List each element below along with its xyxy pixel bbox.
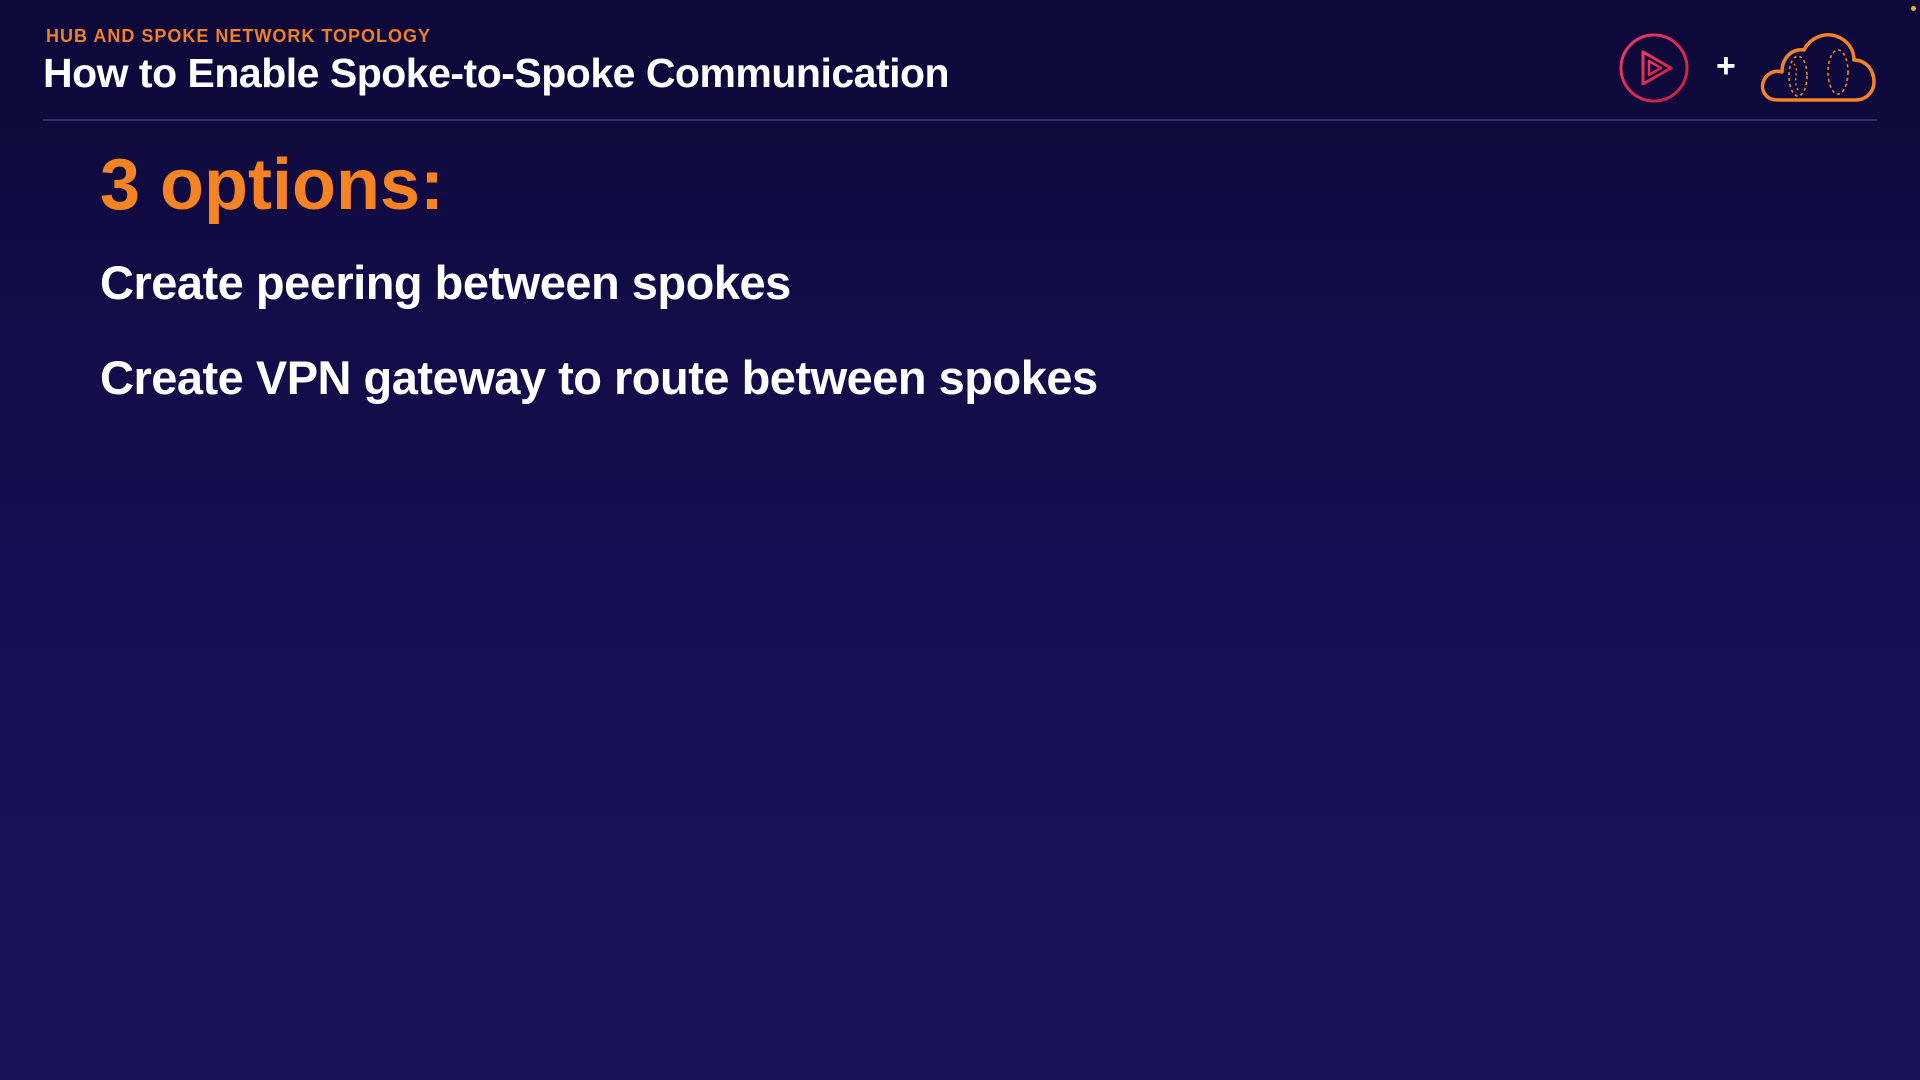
- option-item: Create VPN gateway to route between spok…: [100, 351, 1098, 404]
- slide-header: HUB AND SPOKE NETWORK TOPOLOGY How to En…: [43, 24, 1877, 120]
- corner-indicator-dot: [1911, 6, 1916, 11]
- slide-title: How to Enable Spoke-to-Spoke Communicati…: [43, 50, 950, 96]
- slide-content: 3 options: Create peering between spokes…: [100, 140, 1800, 404]
- option-item: Create peering between spokes: [100, 256, 791, 309]
- header-divider: [43, 119, 1877, 121]
- cloud-logo-icon: [1760, 33, 1876, 102]
- section-eyebrow: HUB AND SPOKE NETWORK TOPOLOGY: [46, 26, 432, 46]
- brand-logos: +: [1618, 30, 1878, 106]
- plus-sign: +: [1716, 47, 1736, 85]
- options-heading: 3 options:: [100, 145, 444, 225]
- play-logo-icon: [1619, 33, 1689, 103]
